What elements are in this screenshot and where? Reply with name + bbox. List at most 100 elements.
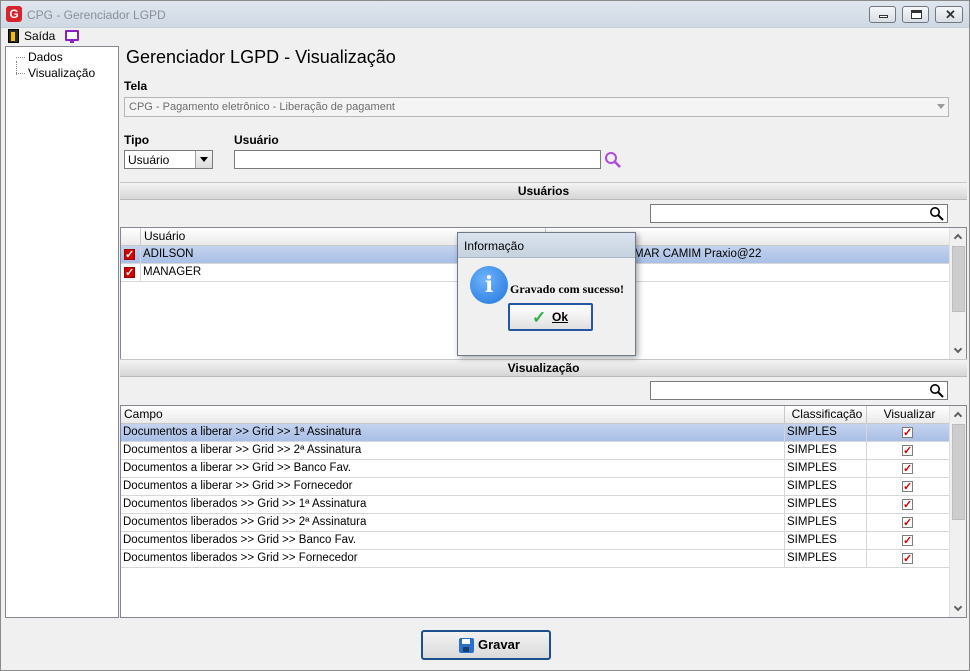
tela-label: Tela xyxy=(124,79,148,93)
scroll-thumb[interactable] xyxy=(952,246,965,312)
table-row[interactable]: Documentos liberados >> Grid >> 1ª Assin… xyxy=(121,496,949,514)
row-campo: Documentos a liberar >> Grid >> 1ª Assin… xyxy=(121,424,785,442)
row-checkbox[interactable] xyxy=(124,265,135,282)
view-search-input[interactable] xyxy=(650,381,948,400)
scroll-down-icon[interactable] xyxy=(953,602,963,612)
ok-button[interactable]: ✓ Ok xyxy=(508,303,593,331)
row-classificacao: SIMPLES xyxy=(785,496,867,514)
users-scrollbar[interactable] xyxy=(949,228,966,359)
table-row[interactable]: Documentos a liberar >> Grid >> Banco Fa… xyxy=(121,460,949,478)
usuario-label: Usuário xyxy=(234,133,279,147)
navigation-tree: Dados Visualização xyxy=(5,46,119,618)
close-button[interactable]: ✕ xyxy=(935,6,963,23)
toolbar: Saída xyxy=(2,28,968,45)
tipo-select-value: Usuário xyxy=(128,153,170,167)
row-classificacao: SIMPLES xyxy=(785,550,867,568)
scroll-up-icon[interactable] xyxy=(953,233,963,243)
search-icon[interactable] xyxy=(929,383,945,399)
row-classificacao: SIMPLES xyxy=(785,532,867,550)
search-icon[interactable] xyxy=(929,206,945,222)
row-classificacao: SIMPLES xyxy=(785,514,867,532)
table-row[interactable]: Documentos liberados >> Grid >> Forneced… xyxy=(121,550,949,568)
row-visualizar-cell[interactable] xyxy=(867,442,949,460)
chevron-down-icon xyxy=(937,104,945,109)
floppy-disk-icon xyxy=(459,638,474,653)
row-checkbox[interactable] xyxy=(124,247,135,264)
row-campo: Documentos liberados >> Grid >> 1ª Assin… xyxy=(121,496,785,514)
row-visualizar-cell[interactable] xyxy=(867,550,949,568)
table-row[interactable]: Documentos a liberar >> Grid >> Forneced… xyxy=(121,478,949,496)
ok-button-label: Ok xyxy=(552,310,569,324)
dialog-title[interactable]: Informação xyxy=(458,233,635,258)
exit-menu-item[interactable]: Saída xyxy=(24,29,55,43)
users-search-input[interactable] xyxy=(650,204,948,223)
row-visualizar-cell[interactable] xyxy=(867,496,949,514)
row-classificacao: SIMPLES xyxy=(785,460,867,478)
visualizar-checkbox[interactable] xyxy=(902,515,913,532)
row-campo: Documentos a liberar >> Grid >> Banco Fa… xyxy=(121,460,785,478)
row-campo: Documentos liberados >> Grid >> 2ª Assin… xyxy=(121,514,785,532)
row-check-cell[interactable] xyxy=(121,264,141,282)
scroll-down-icon[interactable] xyxy=(953,344,963,354)
tree-item-visualizacao[interactable]: Visualização xyxy=(16,66,95,80)
visualizar-checkbox[interactable] xyxy=(902,443,913,460)
table-row[interactable]: Documentos a liberar >> Grid >> 2ª Assin… xyxy=(121,442,949,460)
save-button-label: Gravar xyxy=(478,637,520,652)
minimize-icon xyxy=(879,15,888,18)
page-title: Gerenciador LGPD - Visualização xyxy=(126,47,396,67)
monitor-icon[interactable] xyxy=(65,30,79,43)
dialog-message: Gravado com sucesso! xyxy=(510,282,624,296)
row-campo: Documentos liberados >> Grid >> Banco Fa… xyxy=(121,532,785,550)
info-dialog: Informação i Gravado com sucesso! ✓ Ok xyxy=(457,232,636,356)
column-header-check xyxy=(121,228,141,246)
tela-select[interactable]: CPG - Pagamento eletrônico - Liberação d… xyxy=(124,97,949,117)
check-icon: ✓ xyxy=(532,308,547,327)
row-visualizar-cell[interactable] xyxy=(867,478,949,496)
row-check-cell[interactable] xyxy=(121,246,141,264)
restore-icon xyxy=(911,10,922,19)
column-header-classificacao[interactable]: Classificação xyxy=(785,406,867,424)
row-campo: Documentos a liberar >> Grid >> Forneced… xyxy=(121,478,785,496)
minimize-button[interactable] xyxy=(869,6,896,23)
visualizar-checkbox[interactable] xyxy=(902,461,913,478)
row-visualizar-cell[interactable] xyxy=(867,514,949,532)
exit-door-icon[interactable] xyxy=(8,29,19,43)
app-logo-icon: G xyxy=(6,6,22,22)
column-header-campo[interactable]: Campo xyxy=(121,406,785,424)
row-visualizar-cell[interactable] xyxy=(867,532,949,550)
view-grid: Campo Classificação Visualizar Documento… xyxy=(120,405,967,618)
usuario-input[interactable] xyxy=(234,150,601,169)
title-bar[interactable]: G CPG - Gerenciador LGPD ✕ xyxy=(1,1,969,28)
row-classificacao: SIMPLES xyxy=(785,424,867,442)
chevron-down-icon[interactable] xyxy=(195,151,212,168)
visualizar-checkbox[interactable] xyxy=(902,497,913,514)
visualizar-checkbox[interactable] xyxy=(902,551,913,568)
visualizar-checkbox[interactable] xyxy=(902,533,913,550)
row-campo: Documentos a liberar >> Grid >> 2ª Assin… xyxy=(121,442,785,460)
row-visualizar-cell[interactable] xyxy=(867,424,949,442)
row-campo: Documentos liberados >> Grid >> Forneced… xyxy=(121,550,785,568)
column-header-visualizar[interactable]: Visualizar xyxy=(867,406,949,424)
view-section-header: Visualização xyxy=(120,359,967,377)
tree-item-dados[interactable]: Dados xyxy=(16,50,63,64)
view-grid-header: Campo Classificação Visualizar xyxy=(121,406,949,424)
visualizar-checkbox[interactable] xyxy=(902,479,913,496)
main-window: G CPG - Gerenciador LGPD ✕ Saída Dados V… xyxy=(0,0,970,671)
row-classificacao: SIMPLES xyxy=(785,478,867,496)
tipo-select[interactable]: Usuário xyxy=(124,150,213,169)
window-title: CPG - Gerenciador LGPD xyxy=(27,8,166,22)
table-row[interactable]: Documentos liberados >> Grid >> 2ª Assin… xyxy=(121,514,949,532)
table-row[interactable]: Documentos a liberar >> Grid >> 1ª Assin… xyxy=(121,424,949,442)
view-scrollbar[interactable] xyxy=(949,406,966,617)
restore-button[interactable] xyxy=(902,6,929,23)
close-icon: ✕ xyxy=(945,7,956,22)
scroll-thumb[interactable] xyxy=(952,424,965,520)
scroll-up-icon[interactable] xyxy=(953,411,963,421)
tela-select-value: CPG - Pagamento eletrônico - Liberação d… xyxy=(129,101,395,113)
table-row[interactable]: Documentos liberados >> Grid >> Banco Fa… xyxy=(121,532,949,550)
search-icon[interactable] xyxy=(604,151,622,169)
visualizar-checkbox[interactable] xyxy=(902,425,913,442)
row-classificacao: SIMPLES xyxy=(785,442,867,460)
row-visualizar-cell[interactable] xyxy=(867,460,949,478)
save-button[interactable]: Gravar xyxy=(421,630,551,660)
